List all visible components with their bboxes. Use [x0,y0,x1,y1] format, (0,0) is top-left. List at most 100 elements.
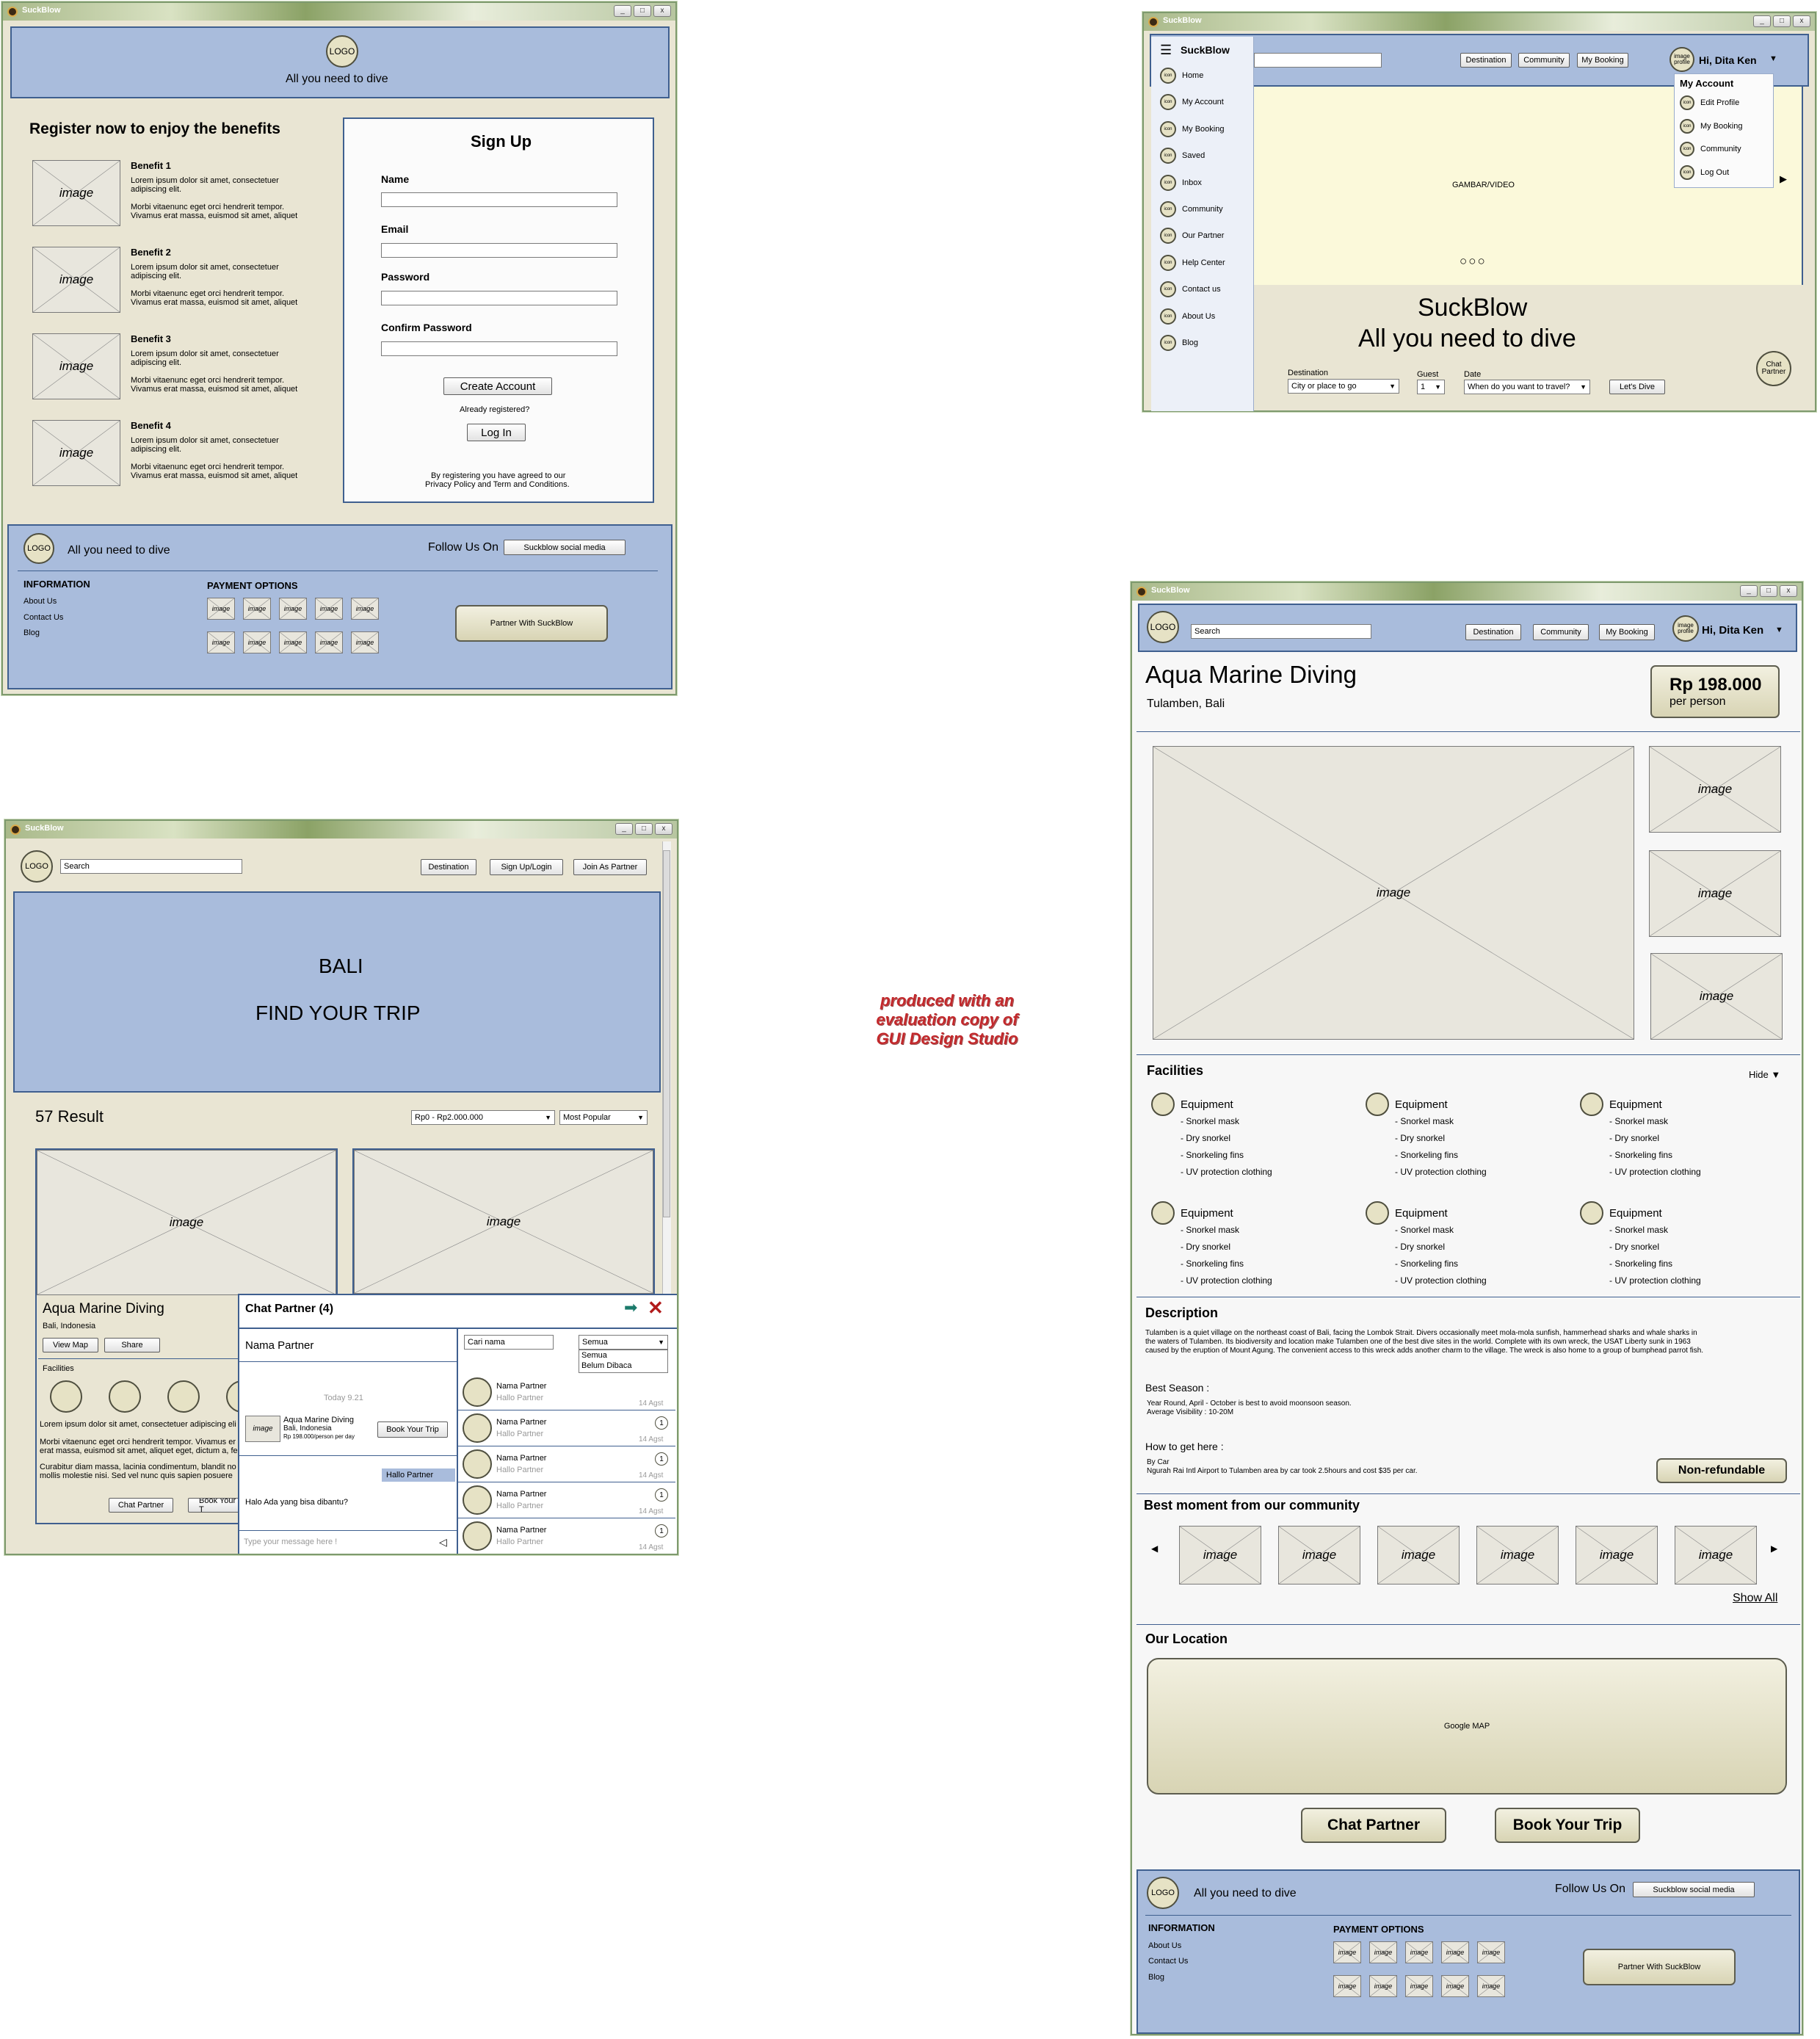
profile-avatar[interactable]: image profile [1672,615,1699,642]
minimize-button[interactable]: _ [615,823,633,835]
chevron-down-icon[interactable]: ▼ [1775,626,1783,634]
login-button[interactable]: Log In [467,424,526,441]
maximize-button[interactable]: □ [1773,15,1791,27]
social-media-button[interactable]: Suckblow social media [504,540,626,555]
chat-filter-select[interactable]: Semua [579,1335,668,1350]
chat-list-name[interactable]: Nama Partner [496,1454,546,1463]
minimize-button[interactable]: _ [614,5,631,17]
community-button[interactable]: Community [1518,53,1570,68]
menu-item-saved[interactable]: Saved [1182,151,1205,160]
menu-item-about-us[interactable]: About Us [1182,312,1215,321]
show-all-link[interactable]: Show All [1733,1592,1777,1605]
maximize-button[interactable]: □ [634,5,651,17]
menu-item-blog[interactable]: Blog [1182,338,1198,347]
menu-item-help-center[interactable]: Help Center [1182,258,1225,267]
thumb-image-3[interactable]: image [1650,953,1783,1040]
social-media-button[interactable]: Suckblow social media [1633,1882,1755,1897]
main-image[interactable]: image [1153,746,1634,1040]
partner-button[interactable]: Partner With SuckBlow [455,605,608,642]
chat-partner-button[interactable]: Chat Partner [1301,1808,1446,1843]
filter-option-unread[interactable]: Belum Dibaca [581,1361,631,1370]
chat-search-input[interactable]: Cari nama [464,1335,554,1350]
menu-item-inbox[interactable]: Inbox [1182,178,1202,187]
send-icon[interactable]: ◁ [439,1536,447,1549]
maximize-button[interactable]: □ [1760,585,1777,597]
chat-list-name[interactable]: Nama Partner [496,1526,546,1535]
blog-link[interactable]: Blog [1148,1973,1164,1982]
close-button[interactable]: x [653,5,671,17]
dropdown-item-edit-profile[interactable]: Edit Profile [1700,98,1739,107]
google-map[interactable]: Google MAP [1147,1658,1787,1794]
menu-item-home[interactable]: Home [1182,71,1203,80]
signup-login-button[interactable]: Sign Up/Login [490,859,563,875]
close-button[interactable]: x [1780,585,1797,597]
minimize-button[interactable]: _ [1753,15,1771,27]
community-moment-image[interactable]: image [1377,1526,1460,1585]
terms-line2[interactable]: Privacy Policy and Term and Conditions. [425,480,570,489]
next-icon[interactable]: ▶ [1771,1543,1777,1554]
card-title[interactable]: Aqua Marine Diving [43,1301,164,1317]
thumb-image-2[interactable]: image [1649,850,1781,937]
date-select[interactable]: When do you want to travel? [1464,380,1590,394]
dropdown-item-log-out[interactable]: Log Out [1700,168,1729,177]
filter-option-all[interactable]: Semua [581,1351,607,1360]
contact-link[interactable]: Contact Us [1148,1957,1188,1966]
chat-list-name[interactable]: Nama Partner [496,1418,546,1427]
chat-partner-button[interactable]: Chat Partner [1756,351,1791,386]
menu-item-our-partner[interactable]: Our Partner [1182,231,1224,240]
chat-partner-button[interactable]: Chat Partner [109,1498,173,1513]
hamburger-icon[interactable]: ☰ [1160,43,1172,58]
thumb-image-1[interactable]: image [1649,746,1781,833]
chat-list-name[interactable]: Nama Partner [496,1490,546,1499]
share-button[interactable]: Share [104,1338,160,1352]
forward-icon[interactable]: ➡ [624,1298,637,1317]
blog-link[interactable]: Blog [23,629,40,637]
join-partner-button[interactable]: Join As Partner [573,859,647,875]
password-field[interactable] [381,291,617,305]
menu-item-community[interactable]: Community [1182,205,1223,214]
sort-select[interactable]: Most Popular [559,1110,648,1125]
community-moment-image[interactable]: image [1179,1526,1261,1585]
about-link[interactable]: About Us [1148,1941,1181,1950]
destination-button[interactable]: Destination [421,859,476,875]
search-input[interactable] [1254,53,1382,68]
scrollbar-thumb[interactable] [663,850,670,1217]
lets-dive-button[interactable]: Let's Dive [1609,380,1665,394]
dropdown-item-my-booking[interactable]: My Booking [1700,122,1742,131]
menu-item-my-booking[interactable]: My Booking [1182,125,1224,134]
menu-item-contact-us[interactable]: Contact us [1182,285,1221,294]
my-booking-button[interactable]: My Booking [1577,53,1628,68]
community-moment-image[interactable]: image [1476,1526,1559,1585]
greeting[interactable]: Hi, Dita Ken [1699,54,1757,66]
price-filter[interactable]: Rp0 - Rp2.000.000 [411,1110,555,1125]
community-moment-image[interactable]: image [1576,1526,1658,1585]
create-account-button[interactable]: Create Account [443,377,552,395]
profile-avatar[interactable]: image profile [1669,47,1694,72]
close-button[interactable]: x [1793,15,1810,27]
destination-button[interactable]: Destination [1460,53,1512,68]
chat-book-button[interactable]: Book Your Trip [377,1421,448,1438]
community-moment-image[interactable]: image [1675,1526,1757,1585]
contact-link[interactable]: Contact Us [23,613,63,622]
email-field[interactable] [381,243,617,258]
community-moment-image[interactable]: image [1278,1526,1360,1585]
prev-icon[interactable]: ◀ [1151,1543,1158,1554]
about-link[interactable]: About Us [23,597,57,606]
maximize-button[interactable]: □ [635,823,653,835]
guest-select[interactable]: 1 [1417,380,1445,394]
name-field[interactable] [381,192,617,207]
close-button[interactable]: x [655,823,672,835]
partner-button[interactable]: Partner With SuckBlow [1583,1949,1736,1985]
search-input[interactable]: Search [60,859,242,874]
chat-list-name[interactable]: Nama Partner [496,1382,546,1391]
my-booking-button[interactable]: My Booking [1599,624,1655,640]
search-input[interactable]: Search [1191,624,1371,639]
chat-message-input[interactable]: Type your message here ! [244,1538,337,1546]
hide-toggle[interactable]: Hide ▼ [1749,1069,1780,1080]
book-trip-button[interactable]: Book Your T [188,1498,239,1513]
destination-button[interactable]: Destination [1465,624,1521,640]
greeting[interactable]: Hi, Dita Ken [1702,624,1763,637]
community-button[interactable]: Community [1533,624,1589,640]
destination-select[interactable]: City or place to go [1288,379,1399,394]
minimize-button[interactable]: _ [1740,585,1758,597]
